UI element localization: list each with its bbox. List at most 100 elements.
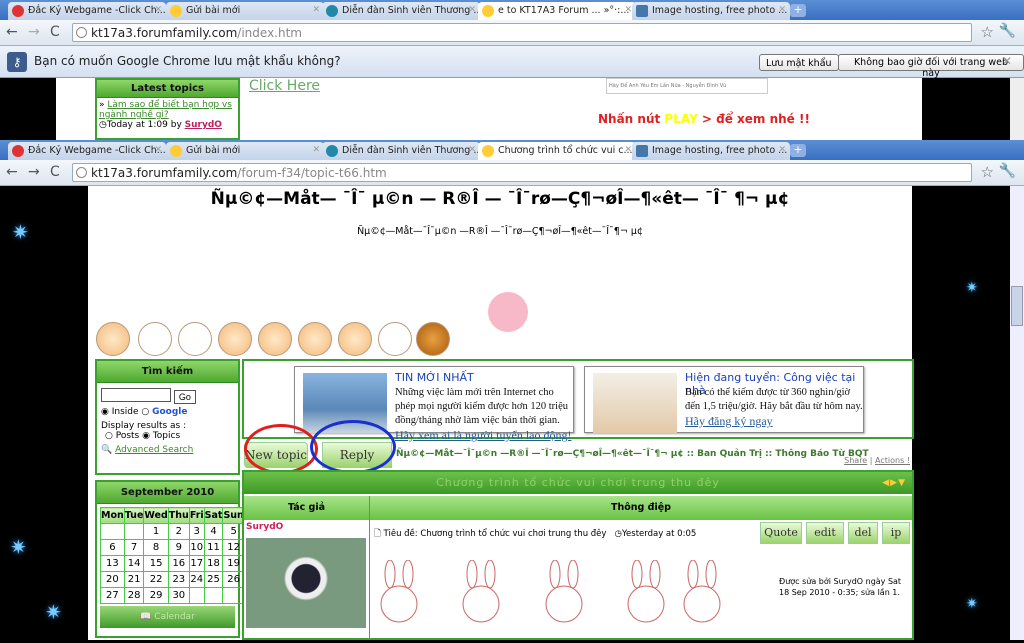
toolbar: ← → C kt17a3.forumfamily.com/index.htm ☆… xyxy=(0,20,1024,46)
weekday-header: Mon xyxy=(100,507,125,524)
nav-arrows-icon[interactable]: ◀▶▼ xyxy=(882,472,906,494)
address-bar[interactable]: kt17a3.forumfamily.com/forum-f34/topic-t… xyxy=(72,163,972,182)
bookmark-star-icon[interactable]: ☆ xyxy=(981,163,994,181)
posts-radio[interactable]: Posts xyxy=(116,431,140,441)
delete-button[interactable]: del xyxy=(848,522,878,544)
calendar-day[interactable]: 21 xyxy=(123,571,145,588)
calendar-day[interactable]: 13 xyxy=(100,555,125,572)
calendar-day[interactable]: 14 xyxy=(123,555,145,572)
close-icon[interactable]: ✕ xyxy=(468,145,476,155)
weekday-header: Thu xyxy=(167,507,190,524)
address-bar[interactable]: kt17a3.forumfamily.com/index.htm xyxy=(72,23,972,42)
scrollbar-thumb[interactable] xyxy=(1011,286,1023,326)
calendar-day[interactable]: 30 xyxy=(167,587,190,604)
tab[interactable]: Gửi bài mới ✕ xyxy=(166,2,324,20)
close-icon[interactable]: ✕ xyxy=(778,145,786,155)
save-password-button[interactable]: Lưu mật khẩu xyxy=(759,54,839,71)
calendar-day[interactable]: 2 xyxy=(167,523,190,540)
advanced-search-link[interactable]: Advanced Search xyxy=(115,445,193,455)
quote-button[interactable]: Quote xyxy=(760,522,802,544)
calendar-day[interactable]: 10 xyxy=(188,539,205,556)
tab-active[interactable]: e to KT17A3 Forum ... »°·:... ✕ xyxy=(478,2,636,20)
ad-2[interactable]: Hiện đang tuyển: Công việc tại nhà Bạn c… xyxy=(584,366,864,433)
never-save-button[interactable]: Không bao giờ đối với trang web này xyxy=(838,54,1024,79)
topic-link[interactable]: Làm sao để biết bạn hợp vs ngành nghề gì… xyxy=(99,100,232,120)
reload-icon[interactable]: C xyxy=(50,164,60,180)
emoticon-icon xyxy=(218,322,252,356)
topics-radio[interactable]: Topics xyxy=(153,431,180,441)
close-icon[interactable]: ✕ xyxy=(312,5,320,15)
new-tab-button[interactable]: + xyxy=(790,144,806,157)
calendar-button[interactable]: 📖 Calendar xyxy=(100,606,235,628)
wrench-icon[interactable]: 🔧 xyxy=(999,163,1016,179)
close-icon[interactable]: ✕ xyxy=(778,5,786,15)
ad-link[interactable]: Hãy xem ai là người tuyển lao động! xyxy=(395,428,571,442)
back-icon[interactable]: ← xyxy=(6,164,18,180)
reload-icon[interactable]: C xyxy=(50,24,60,40)
calendar-day[interactable]: 28 xyxy=(123,587,145,604)
calendar-day[interactable]: 24 xyxy=(188,571,205,588)
calendar-day[interactable]: 16 xyxy=(167,555,190,572)
ad-link[interactable]: Hãy đăng ký ngay xyxy=(685,414,773,428)
calendar-day[interactable]: 29 xyxy=(143,587,169,604)
bookmark-star-icon[interactable]: ☆ xyxy=(981,23,994,41)
tab-active[interactable]: Chương trình tổ chức vui c... ✕ xyxy=(478,142,636,160)
tab[interactable]: Đắc Kỷ Webgame -Click Ch... ✕ xyxy=(8,2,166,20)
tab[interactable]: Image hosting, free photo ... ✕ xyxy=(632,2,790,20)
edit-button[interactable]: edit xyxy=(806,522,844,544)
smiley-icon xyxy=(482,5,494,17)
calendar-day[interactable]: 15 xyxy=(143,555,169,572)
calendar-day[interactable]: 20 xyxy=(100,571,125,588)
emoticon-icon xyxy=(178,322,212,356)
click-here-link[interactable]: Click Here xyxy=(249,78,320,94)
breadcrumb-forum[interactable]: Ban Quản Trị xyxy=(697,449,762,459)
new-tab-button[interactable]: + xyxy=(790,4,806,17)
google-radio[interactable]: Google xyxy=(152,407,187,417)
tab[interactable]: Image hosting, free photo ... ✕ xyxy=(632,142,790,160)
breadcrumb-home[interactable]: Ñµ©¢—Måt—¯Î¯µ©n —R®Î —¯Î¯rø—Ç¶¬øÎ—¶«êt—¯… xyxy=(396,449,684,459)
calendar-day[interactable]: 11 xyxy=(203,539,224,556)
actions-link[interactable]: Actions ! xyxy=(875,456,910,465)
close-icon[interactable]: ✕ xyxy=(468,5,476,15)
calendar-day[interactable]: 25 xyxy=(203,571,224,588)
search-input[interactable] xyxy=(101,388,171,402)
calendar-day[interactable]: 3 xyxy=(188,523,205,540)
scrollbar[interactable] xyxy=(1010,78,1024,140)
forward-icon[interactable]: → xyxy=(28,24,40,40)
calendar-day[interactable]: 4 xyxy=(203,523,224,540)
tab[interactable]: Đắc Kỷ Webgame -Click Ch... ✕ xyxy=(8,142,166,160)
wrench-icon[interactable]: 🔧 xyxy=(999,23,1016,39)
close-icon[interactable]: ✕ xyxy=(154,5,162,15)
calendar-day[interactable]: 18 xyxy=(203,555,224,572)
calendar-day[interactable]: 7 xyxy=(123,539,145,556)
calendar-day[interactable]: 23 xyxy=(167,571,190,588)
tab[interactable]: Diễn đàn Sinh viên Thương ... ✕ xyxy=(322,2,480,20)
close-icon[interactable]: ✕ xyxy=(312,145,320,155)
close-icon[interactable]: ✕ xyxy=(154,145,162,155)
calendar-day[interactable]: 27 xyxy=(100,587,125,604)
calendar-day[interactable]: 9 xyxy=(167,539,190,556)
calendar-day[interactable]: 1 xyxy=(143,523,169,540)
calendar-day[interactable]: 22 xyxy=(143,571,169,588)
calendar-table: Mon Tue Wed Thu Fri Sat Sun 1 2 3 4 5 6 7 8 9 10 11 12 13 1… xyxy=(100,507,245,604)
close-icon[interactable]: ✕ xyxy=(1002,54,1012,68)
calendar-day[interactable]: 8 xyxy=(143,539,169,556)
ad-image xyxy=(593,373,677,433)
go-button[interactable]: Go xyxy=(173,389,196,404)
author-link[interactable]: SurydO xyxy=(185,120,222,130)
share-link[interactable]: Share xyxy=(844,456,867,465)
music-player[interactable]: Hãy Để Anh Yêu Em Lần Nữa - Nguyễn Đình … xyxy=(606,78,768,94)
back-icon[interactable]: ← xyxy=(6,24,18,40)
post-author[interactable]: SurydO xyxy=(244,520,369,534)
calendar-day[interactable]: 17 xyxy=(188,555,205,572)
scrollbar[interactable] xyxy=(1010,186,1024,640)
calendar-day[interactable]: 6 xyxy=(100,539,125,556)
inside-radio[interactable]: Inside xyxy=(112,407,139,417)
ip-button[interactable]: ip xyxy=(882,522,910,544)
tab[interactable]: Gửi bài mới ✕ xyxy=(166,142,324,160)
forward-icon[interactable]: → xyxy=(28,164,40,180)
tab[interactable]: Diễn đàn Sinh viên Thương ... ✕ xyxy=(322,142,480,160)
close-icon[interactable]: ✕ xyxy=(624,5,632,15)
emoticon-icon xyxy=(96,322,130,356)
close-icon[interactable]: ✕ xyxy=(624,145,632,155)
